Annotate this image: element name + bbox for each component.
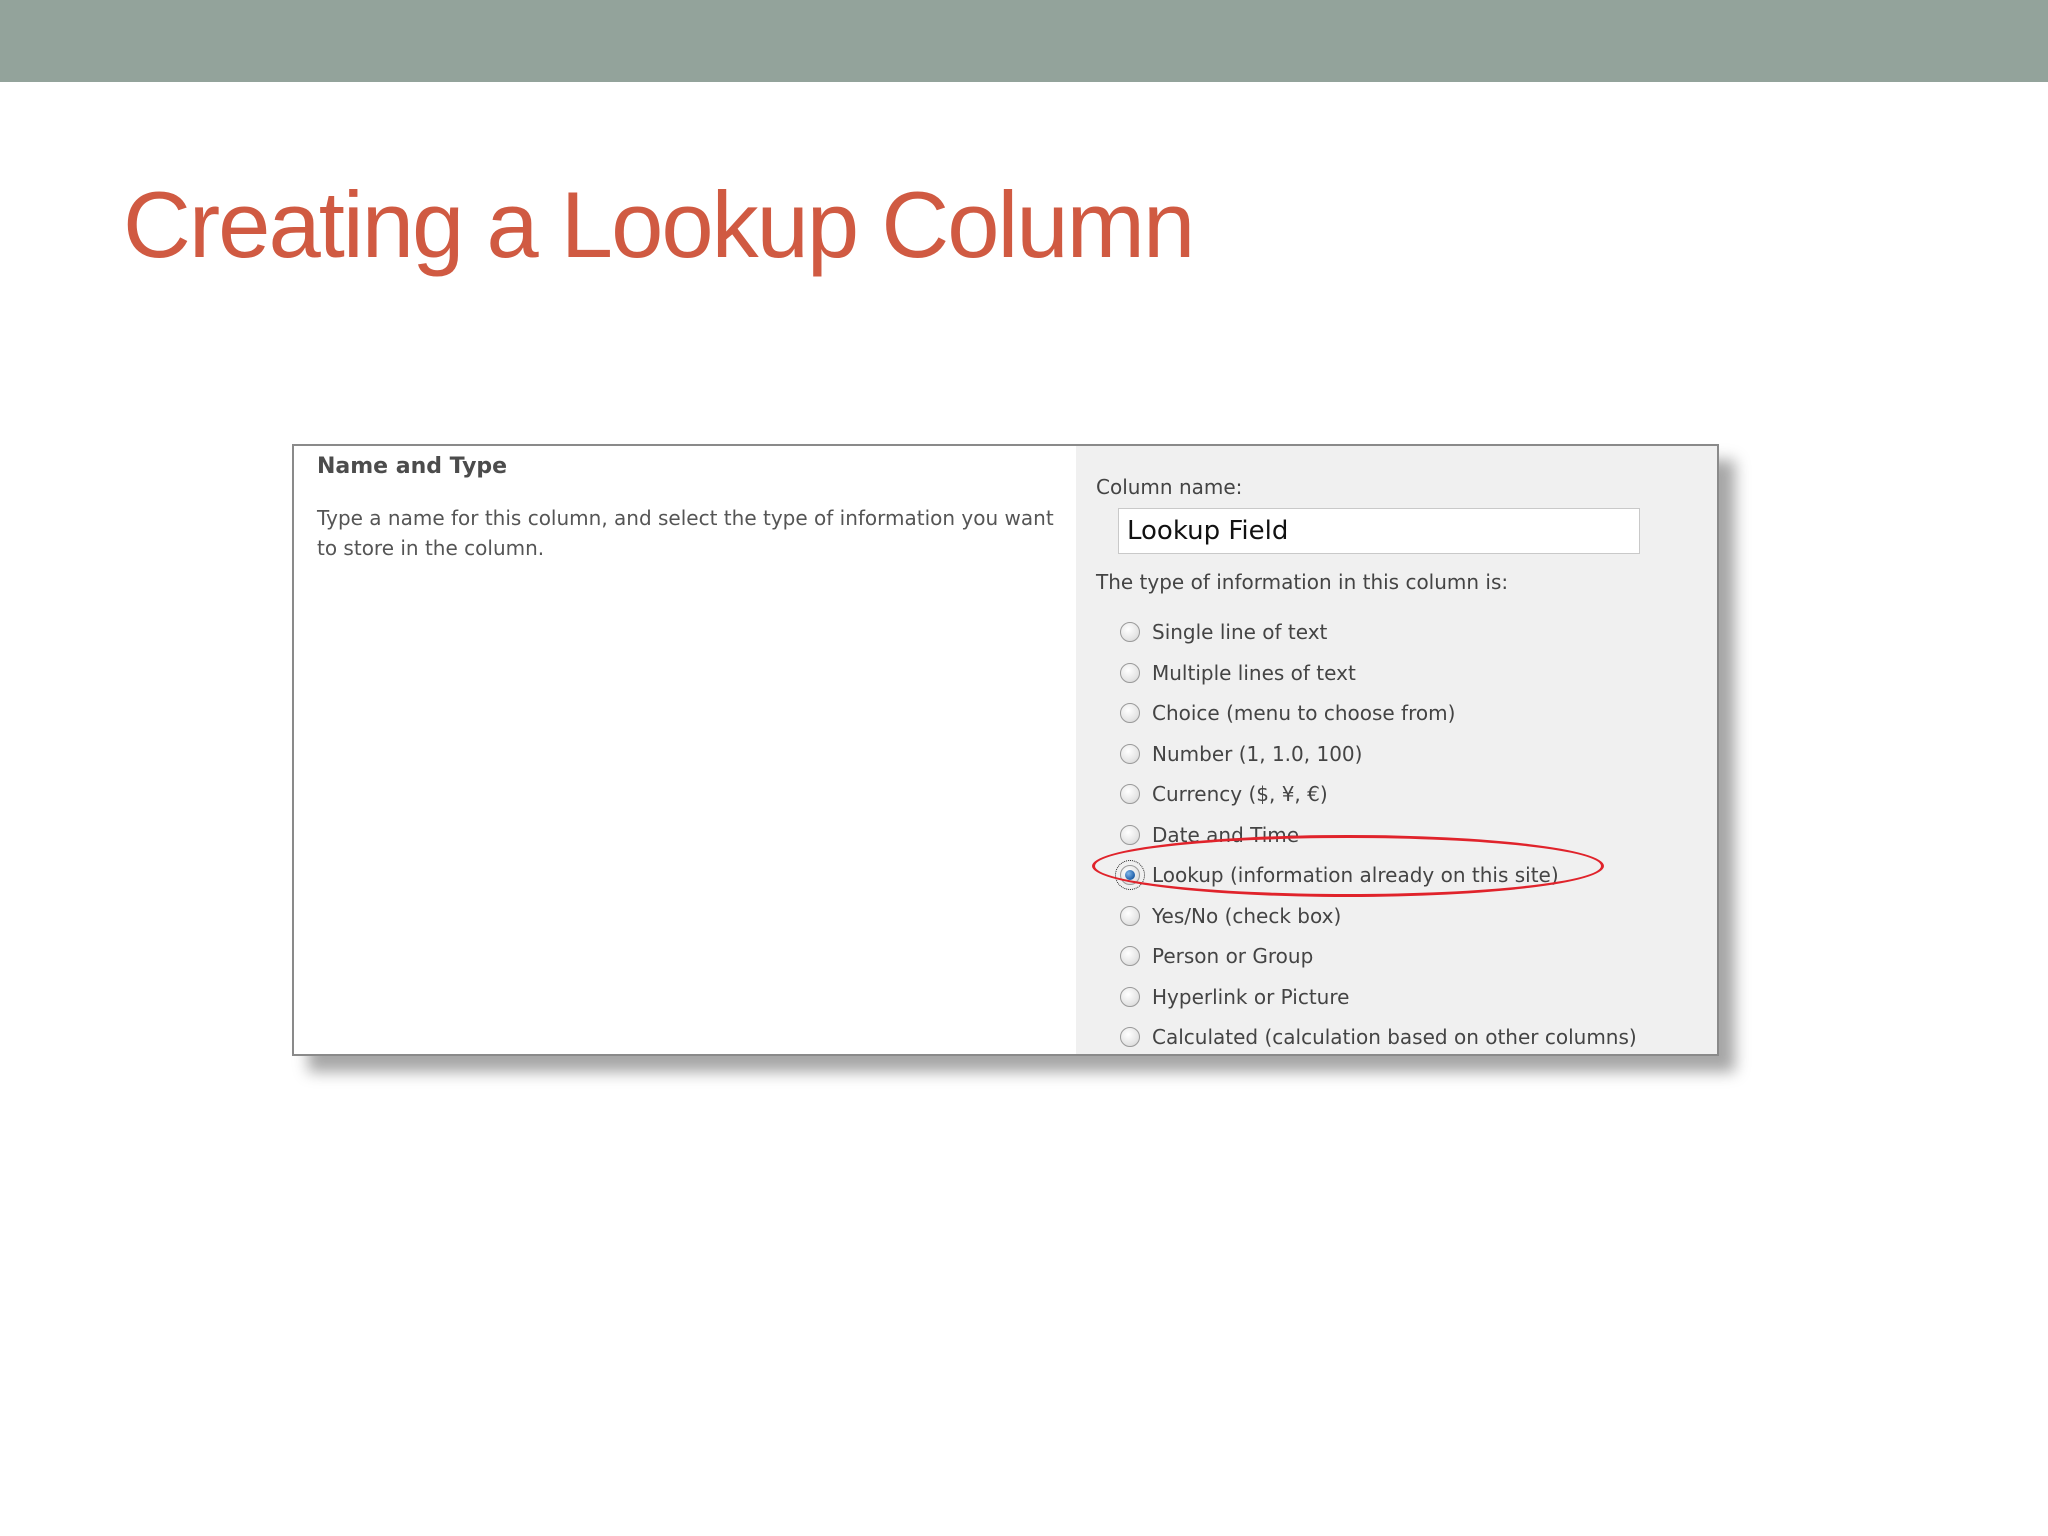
radio-button[interactable] — [1120, 784, 1140, 805]
option-multiple-lines-text[interactable]: Multiple lines of text — [1120, 653, 1637, 694]
option-yes-no[interactable]: Yes/No (check box) — [1120, 896, 1637, 937]
section-fields-column: Column name: The type of information in … — [1076, 446, 1717, 1054]
top-band — [0, 0, 2048, 82]
column-name-input[interactable] — [1118, 508, 1640, 554]
radio-button[interactable] — [1120, 622, 1140, 643]
option-label: Choice (menu to choose from) — [1152, 701, 1456, 726]
radio-button[interactable] — [1120, 824, 1140, 845]
option-currency[interactable]: Currency ($, ¥, €) — [1120, 774, 1637, 815]
radio-button[interactable] — [1115, 860, 1145, 891]
option-label: Multiple lines of text — [1152, 660, 1356, 685]
name-and-type-panel: Name and Type Type a name for this colum… — [292, 444, 1719, 1056]
option-label: Person or Group — [1152, 944, 1314, 969]
radio-button[interactable] — [1120, 662, 1140, 683]
slide: Creating a Lookup Column Name and Type T… — [0, 0, 2048, 1536]
radio-button[interactable] — [1120, 946, 1140, 967]
option-label: Single line of text — [1152, 620, 1328, 645]
option-lookup[interactable]: Lookup (information already on this site… — [1115, 855, 1637, 896]
option-label: Yes/No (check box) — [1152, 903, 1342, 928]
option-label: Calculated (calculation based on other c… — [1152, 1025, 1637, 1050]
section-description: Type a name for this column, and select … — [317, 506, 1054, 560]
option-calculated[interactable]: Calculated (calculation based on other c… — [1120, 1017, 1637, 1054]
section-heading: Name and Type — [317, 454, 508, 479]
option-label: Currency ($, ¥, €) — [1152, 782, 1328, 807]
option-hyperlink-or-picture[interactable]: Hyperlink or Picture — [1120, 977, 1637, 1018]
option-choice[interactable]: Choice (menu to choose from) — [1120, 693, 1637, 734]
option-number[interactable]: Number (1, 1.0, 100) — [1120, 734, 1637, 775]
radio-button[interactable] — [1120, 986, 1140, 1007]
column-type-radio-group: Single line of text Multiple lines of te… — [1115, 612, 1637, 1054]
option-single-line-text[interactable]: Single line of text — [1120, 612, 1637, 653]
radio-button[interactable] — [1120, 1027, 1140, 1048]
radio-button[interactable] — [1120, 905, 1140, 926]
section-description-column: Name and Type Type a name for this colum… — [294, 446, 1076, 1054]
option-label: Number (1, 1.0, 100) — [1152, 741, 1363, 766]
option-date-and-time[interactable]: Date and Time — [1120, 815, 1637, 856]
radio-button[interactable] — [1120, 703, 1140, 724]
column-name-label: Column name: — [1096, 475, 1243, 499]
option-label: Lookup (information already on this site… — [1152, 863, 1559, 888]
radio-button[interactable] — [1120, 743, 1140, 764]
option-label: Date and Time — [1152, 822, 1300, 847]
option-label: Hyperlink or Picture — [1152, 984, 1350, 1009]
slide-title: Creating a Lookup Column — [123, 172, 1195, 277]
option-person-or-group[interactable]: Person or Group — [1120, 936, 1637, 977]
column-type-label: The type of information in this column i… — [1096, 570, 1509, 594]
